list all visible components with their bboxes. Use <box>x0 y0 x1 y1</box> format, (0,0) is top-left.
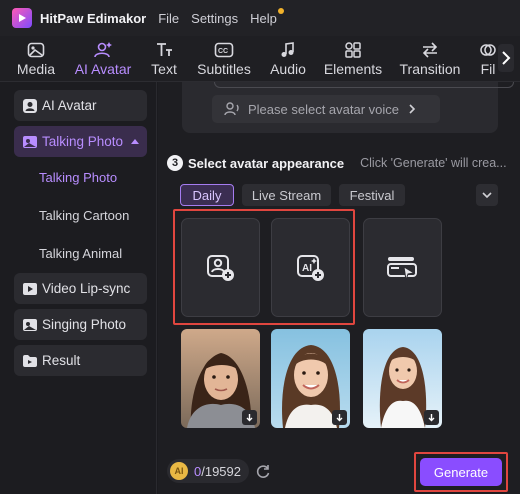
tab-transition[interactable]: Transition <box>398 36 462 82</box>
tab-text-label: Text <box>151 61 177 77</box>
app-title: HitPaw Edimakor <box>40 10 147 26</box>
singing-photo-icon <box>23 318 37 331</box>
tab-media[interactable]: Media <box>14 36 58 82</box>
download-icon[interactable] <box>242 410 257 425</box>
main-panel: Please select avatar voice 3 Select avat… <box>158 82 520 494</box>
template-avatar-tile[interactable] <box>363 218 442 317</box>
app-logo-icon <box>12 8 32 28</box>
download-icon[interactable] <box>332 410 347 425</box>
credits-total: /19592 <box>201 463 241 479</box>
sidebar-item-talking-photo[interactable]: Talking Photo <box>14 126 147 157</box>
sidebar-subitem-talking-cartoon[interactable]: Talking Cartoon <box>39 208 129 223</box>
tab-elements[interactable]: Elements <box>322 36 384 82</box>
chevron-right-icon <box>502 51 511 65</box>
sidebar-subitem-talking-photo[interactable]: Talking Photo <box>39 170 117 185</box>
upload-photo-tile[interactable] <box>181 218 260 317</box>
tab-ai-avatar[interactable]: AI Avatar <box>72 36 134 82</box>
video-icon <box>23 282 37 295</box>
credits-display: AI 0 /19592 <box>167 459 249 483</box>
sidebar-item-label: Result <box>42 353 81 368</box>
sidebar-item-label: Video Lip-sync <box>42 281 131 296</box>
sidebar-item-label: AI Avatar <box>42 98 97 113</box>
filter-dropdown-button[interactable] <box>476 184 498 206</box>
footer-bar: AI 0 /19592 Generate <box>158 450 520 494</box>
chevron-down-icon <box>482 192 492 199</box>
notification-dot <box>277 7 284 14</box>
filter-chip-daily[interactable]: Daily <box>180 184 234 206</box>
sidebar-item-label: Talking Photo <box>42 134 124 149</box>
menu-help-label: Help <box>250 10 277 26</box>
step-number-badge: 3 <box>167 155 183 171</box>
sidebar-item-ai-avatar[interactable]: AI Avatar <box>14 90 147 121</box>
filter-chip-festival[interactable]: Festival <box>339 184 405 206</box>
talking-photo-icon <box>23 135 37 148</box>
image-icon <box>27 42 45 58</box>
collapse-caret-icon[interactable] <box>131 139 139 144</box>
tab-media-label: Media <box>16 61 56 77</box>
transition-icon <box>422 42 438 58</box>
tab-transition-label: Transition <box>399 61 461 77</box>
subtitles-icon: CC <box>214 42 234 58</box>
avatar-photo-3[interactable] <box>363 329 442 428</box>
voice-card-edge <box>214 82 514 88</box>
section-title: Select avatar appearance <box>188 155 345 171</box>
tab-audio-label: Audio <box>270 61 306 77</box>
credits-used: 0 <box>194 463 202 479</box>
tab-subtitles[interactable]: CC Subtitles <box>194 36 254 82</box>
sidebar-item-singing-photo[interactable]: Singing Photo <box>14 309 147 340</box>
tab-elements-label: Elements <box>323 61 383 77</box>
voice-card: Please select avatar voice <box>182 82 514 133</box>
svg-text:AI: AI <box>302 263 312 274</box>
menu-settings[interactable]: Settings <box>191 11 238 26</box>
folder-icon <box>23 354 37 367</box>
ai-generate-avatar-icon: AI <box>296 254 324 281</box>
feature-tab-bar: Media AI Avatar Text CC Subtitles Audio … <box>0 36 520 82</box>
music-icon <box>281 42 294 57</box>
svg-text:CC: CC <box>218 48 228 55</box>
ai-avatar-icon <box>94 42 112 58</box>
text-icon <box>157 43 172 56</box>
tab-filters-label: Fil <box>480 61 496 77</box>
download-icon[interactable] <box>424 410 439 425</box>
coin-icon: AI <box>170 462 188 480</box>
sidebar-item-result[interactable]: Result <box>14 345 147 376</box>
refresh-icon[interactable] <box>255 463 271 479</box>
tab-text[interactable]: Text <box>148 36 180 82</box>
menu-help[interactable]: Help <box>250 7 284 26</box>
avatar-photo-2[interactable] <box>271 329 350 428</box>
avatar-photo-1[interactable] <box>181 329 260 428</box>
tab-subtitles-label: Subtitles <box>197 61 251 77</box>
upload-photo-icon <box>206 254 234 281</box>
appearance-header: 3 Select avatar appearance Click 'Genera… <box>167 154 520 172</box>
generate-button[interactable]: Generate <box>420 458 502 486</box>
filter-chip-live-stream[interactable]: Live Stream <box>242 184 331 206</box>
filter-icon <box>480 44 496 56</box>
sidebar-item-video-lipsync[interactable]: Video Lip-sync <box>14 273 147 304</box>
voice-icon <box>224 102 239 116</box>
menu-file[interactable]: File <box>158 11 179 26</box>
tab-filters[interactable]: Fil <box>476 36 500 82</box>
tab-audio[interactable]: Audio <box>268 36 308 82</box>
title-bar: HitPaw Edimakor File Settings Help <box>0 0 520 36</box>
tab-scroll-right-button[interactable] <box>498 44 514 72</box>
sidebar-subitem-talking-animal[interactable]: Talking Animal <box>39 246 122 261</box>
select-voice-placeholder: Please select avatar voice <box>248 101 400 117</box>
ai-avatar-icon <box>23 98 37 113</box>
template-avatar-icon <box>386 256 417 280</box>
section-hint: Click 'Generate' will crea... <box>360 156 507 170</box>
sidebar-item-label: Singing Photo <box>42 317 127 332</box>
chevron-right-icon <box>409 104 416 114</box>
elements-icon <box>345 42 361 58</box>
select-voice-button[interactable]: Please select avatar voice <box>212 95 440 123</box>
sidebar: AI Avatar Talking Photo Talking Photo Ta… <box>0 82 157 494</box>
tab-ai-avatar-label: AI Avatar <box>74 61 132 77</box>
ai-generate-avatar-tile[interactable]: AI <box>271 218 350 317</box>
